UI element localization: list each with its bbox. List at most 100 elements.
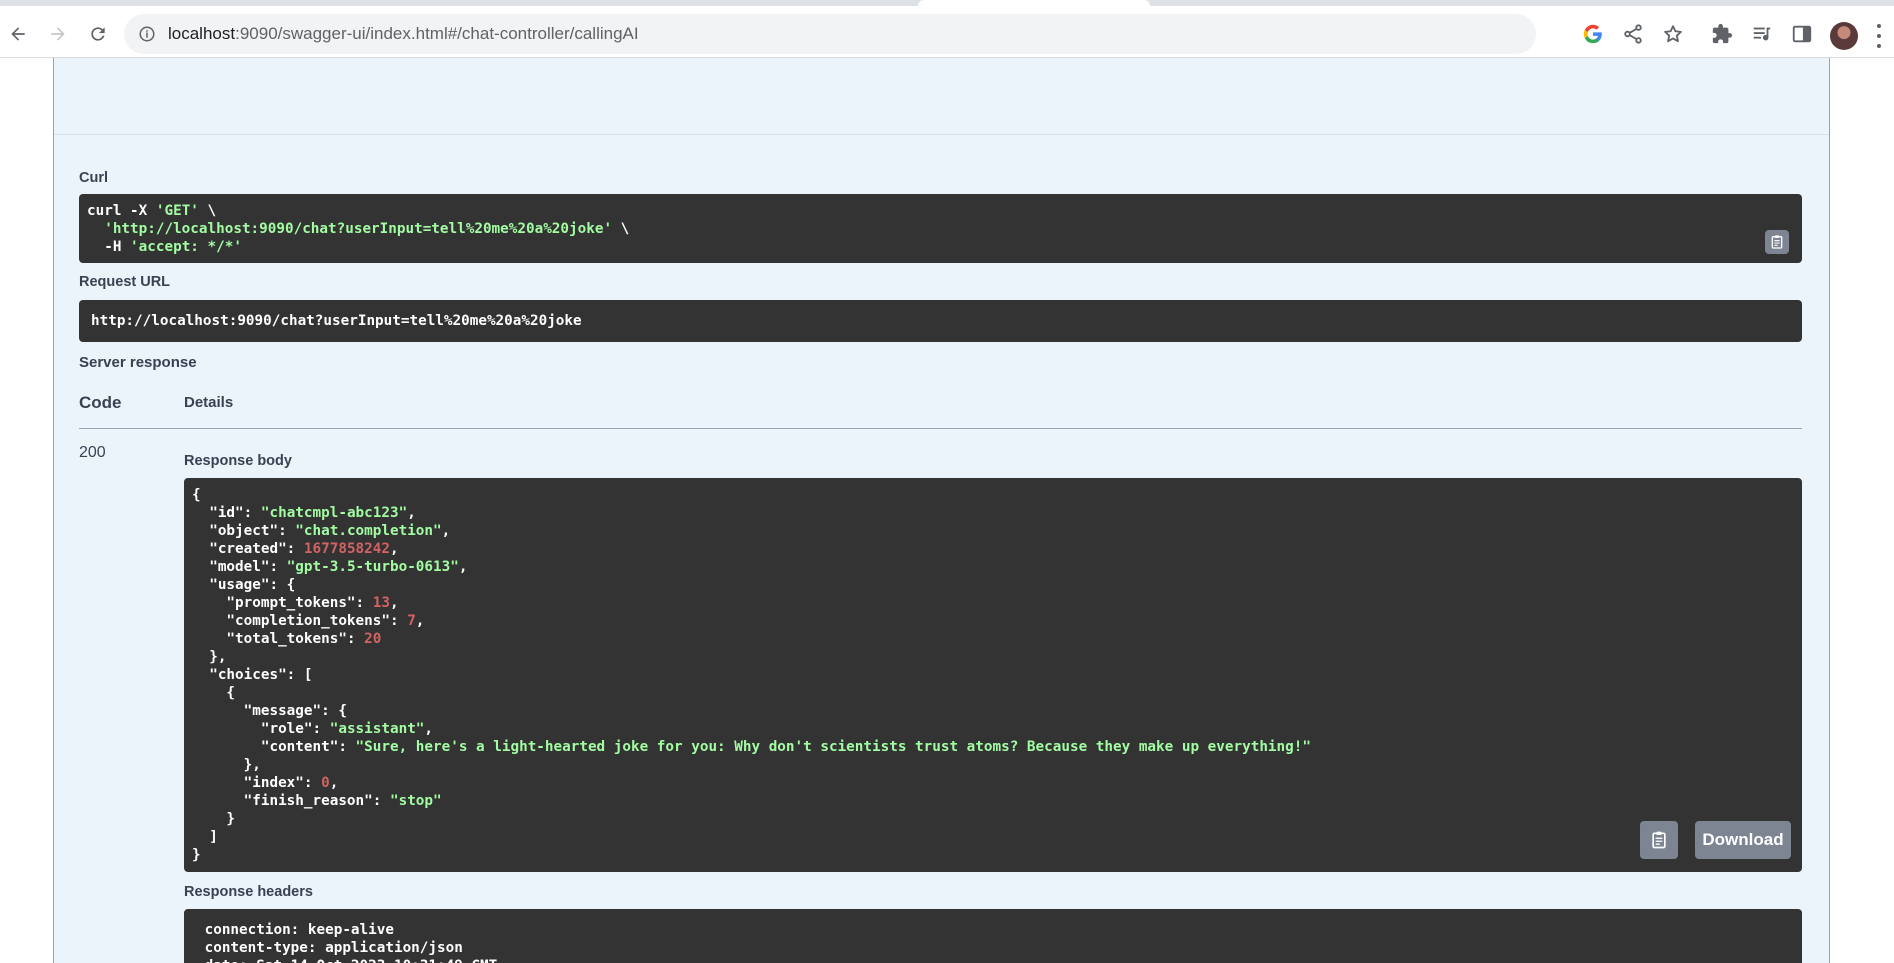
profile-avatar[interactable]	[1830, 22, 1858, 50]
json-token: "completion_tokens":	[192, 613, 408, 629]
curl-token: 'accept: */*'	[130, 239, 242, 255]
json-token: "total_tokens":	[192, 631, 365, 647]
json-line: "content": "Sure, here's a light-hearted…	[192, 738, 1794, 756]
json-line: "prompt_tokens": 13,	[192, 594, 1794, 612]
details-column-header: Details	[184, 394, 234, 411]
response-body-label: Response body	[184, 453, 292, 469]
table-divider	[79, 428, 1802, 429]
reload-button[interactable]	[82, 18, 114, 50]
json-line: },	[192, 756, 1794, 774]
json-token: "gpt-3.5-turbo-0613"	[286, 559, 459, 575]
json-token: "index":	[192, 775, 322, 791]
star-icon	[1664, 25, 1682, 43]
json-token: },	[192, 649, 227, 665]
arrow-right-icon	[51, 27, 65, 41]
json-line: },	[192, 648, 1794, 666]
json-line: {	[192, 684, 1794, 702]
json-token: ,	[415, 613, 425, 629]
operation-block-top	[54, 58, 1829, 134]
curl-line: -H 'accept: */*'	[87, 238, 1794, 256]
google-icon	[1583, 24, 1602, 44]
back-button[interactable]	[2, 18, 34, 50]
json-line: "completion_tokens": 7,	[192, 612, 1794, 630]
json-token: ,	[458, 559, 468, 575]
json-line: "id": "chatcmpl-abc123",	[192, 504, 1794, 522]
download-button[interactable]: Download	[1695, 821, 1791, 859]
curl-token: 'GET'	[155, 203, 199, 219]
json-line: "message": {	[192, 702, 1794, 720]
curl-copy-button[interactable]	[1765, 230, 1789, 254]
response-header-line: date: Sat,14 Oct 2023 10:31:49 GMT	[196, 957, 1790, 963]
clipboard-icon	[1771, 235, 1783, 249]
json-token: "role":	[192, 721, 330, 737]
curl-line: curl -X 'GET' \	[87, 202, 1794, 220]
response-status-code: 200	[79, 444, 106, 461]
curl-token: 'http://localhost:9090/chat?userInput=te…	[104, 221, 613, 237]
json-line: {	[192, 486, 1794, 504]
json-token: ,	[389, 541, 399, 557]
share-button[interactable]	[1618, 19, 1648, 49]
json-token: "assistant"	[329, 721, 425, 737]
json-token: 20	[364, 631, 382, 647]
json-line: }	[192, 810, 1794, 828]
google-lens-button[interactable]	[1578, 19, 1608, 49]
curl-token	[87, 221, 104, 237]
json-token: {	[192, 685, 236, 701]
response-body-code-block[interactable]: { "id": "chatcmpl-abc123", "object": "ch…	[184, 478, 1802, 872]
json-token: 0	[321, 775, 330, 791]
json-line: "created": 1677858242,	[192, 540, 1794, 558]
request-url-label: Request URL	[79, 274, 171, 290]
bookmark-button[interactable]	[1658, 19, 1688, 49]
extensions-button[interactable]	[1707, 19, 1737, 49]
side-panel-icon	[1792, 25, 1812, 43]
curl-token: curl -X	[87, 203, 156, 219]
response-header-line: content-type: application/json	[196, 940, 472, 956]
json-token: },	[192, 757, 261, 773]
info-icon[interactable]	[138, 25, 156, 43]
response-copy-button[interactable]	[1640, 821, 1678, 859]
json-token: 1677858242	[303, 541, 390, 557]
json-line: ]	[192, 828, 1794, 846]
json-line: "total_tokens": 20	[192, 630, 1794, 648]
side-panel-button[interactable]	[1787, 19, 1817, 49]
response-headers-code-block[interactable]: connection: keep-alive content-type: app…	[184, 909, 1802, 963]
json-token: "created":	[192, 541, 304, 557]
json-token: {	[192, 487, 201, 503]
curl-code-block[interactable]: curl -X 'GET' \ 'http://localhost:9090/c…	[79, 194, 1802, 263]
browser-menu-button[interactable]	[1876, 24, 1882, 48]
json-token: "content":	[192, 739, 356, 755]
clipboard-icon	[1652, 831, 1666, 849]
url-text[interactable]: localhost:9090/swagger-ui/index.html#/ch…	[168, 24, 639, 44]
json-token: "stop"	[389, 793, 442, 809]
json-token: "prompt_tokens":	[192, 595, 373, 611]
json-line: "choices": [	[192, 666, 1794, 684]
share-icon	[1624, 24, 1642, 44]
curl-token: -H	[87, 239, 131, 255]
swagger-page: Curl curl -X 'GET' \ 'http://localhost:9…	[0, 58, 1894, 963]
json-line: "finish_reason": "stop"	[192, 792, 1794, 810]
forward-button[interactable]	[42, 18, 74, 50]
response-header-line: connection: keep-alive	[196, 922, 403, 938]
json-line: }	[192, 846, 1794, 864]
server-response-label: Server response	[79, 354, 197, 371]
json-line: "usage": {	[192, 576, 1794, 594]
curl-line: 'http://localhost:9090/chat?userInput=te…	[87, 220, 1794, 238]
arrow-left-icon	[11, 27, 25, 41]
json-token: "choices": [	[192, 667, 313, 683]
url-path: :9090/swagger-ui/index.html#/chat-contro…	[235, 24, 639, 43]
browser-toolbar: localhost:9090/swagger-ui/index.html#/ch…	[0, 6, 1894, 58]
json-token: "finish_reason":	[192, 793, 390, 809]
json-token: 7	[407, 613, 416, 629]
json-token: "chatcmpl-abc123"	[260, 505, 408, 521]
url-host: localhost	[168, 24, 236, 43]
address-bar[interactable]: localhost:9090/swagger-ui/index.html#/ch…	[124, 14, 1536, 54]
curl-token: \	[612, 221, 630, 237]
curl-label: Curl	[79, 170, 108, 186]
json-line: "model": "gpt-3.5-turbo-0613",	[192, 558, 1794, 576]
json-token: "Sure, here's a light-hearted joke for y…	[355, 739, 1311, 755]
json-token: ]	[192, 829, 218, 845]
media-control-button[interactable]	[1747, 19, 1777, 49]
curl-token: \	[198, 203, 217, 219]
request-url-value[interactable]: http://localhost:9090/chat?userInput=tel…	[79, 300, 1802, 342]
json-token: ,	[407, 505, 416, 521]
